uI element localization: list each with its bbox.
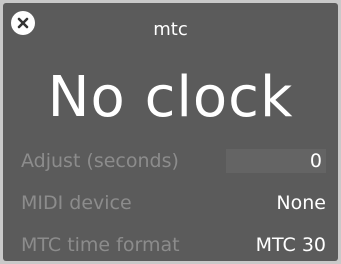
time-format-select[interactable]: MTC 30 [256, 234, 326, 256]
clock-display: No clock [47, 65, 294, 130]
adjust-label: Adjust (seconds) [21, 150, 179, 172]
adjust-seconds-field[interactable]: 0 [226, 149, 326, 173]
midi-device-select[interactable]: None [276, 192, 326, 214]
adjust-row: Adjust (seconds) 0 [21, 148, 326, 174]
window-title: mtc [153, 19, 188, 40]
mtc-window: mtc No clock Adjust (seconds) 0 MIDI dev… [3, 3, 338, 261]
time-format-label: MTC time format [21, 234, 180, 256]
time-format-row: MTC time format MTC 30 [21, 232, 326, 258]
midi-device-row: MIDI device None [21, 190, 326, 216]
midi-device-label: MIDI device [21, 192, 132, 214]
